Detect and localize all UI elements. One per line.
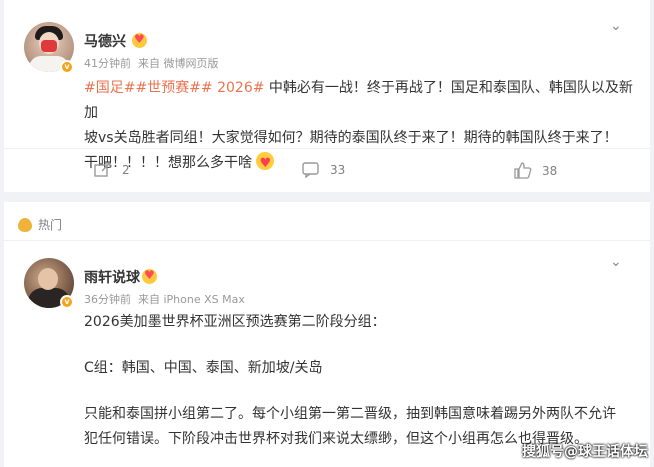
like-button[interactable]: 38: [514, 162, 557, 179]
comment-icon: [302, 162, 319, 178]
post-text-line3: 只能和泰国拼小组第二了。每个小组第一第二晋级，抽到韩国意味着踢另外两队不允许: [84, 406, 616, 422]
author-name[interactable]: 雨轩说球: [84, 267, 140, 287]
verified-badge-icon: v: [60, 295, 74, 309]
post-meta: 36分钟前 来自 iPhone XS Max: [84, 291, 245, 307]
post-text: #国足##世预赛## 2026# 中韩必有一战！终于再战了！国足和泰国队、韩国队…: [84, 76, 644, 176]
hot-section-header: 热门: [18, 216, 62, 233]
repost-button[interactable]: 2: [94, 162, 130, 178]
post-text-line2: C组：韩国、中国、泰国、新加坡/关岛: [84, 360, 323, 376]
hot-label: 热门: [38, 218, 63, 232]
hot-flame-icon: [18, 217, 32, 232]
post-card-1: v 马德兴 41分钟前 来自 微博网页版 ⌄ #国足##世预赛## 2026# …: [4, 0, 650, 192]
comment-count: 33: [330, 163, 346, 177]
post-text: 2026美加墨世界杯亚洲区预选赛第二阶段分组： C组：韩国、中国、泰国、新加坡/…: [84, 310, 644, 452]
chevron-down-icon[interactable]: ⌄: [610, 254, 622, 270]
thumbs-up-icon: [514, 162, 532, 179]
author-name[interactable]: 马德兴: [84, 31, 126, 51]
post-source: 来自 iPhone XS Max: [138, 293, 245, 306]
heart-emoji-icon: [256, 151, 275, 176]
verified-badge-icon: v: [60, 60, 74, 74]
post-source: 来自 微博网页版: [138, 57, 219, 70]
comment-button[interactable]: 33: [302, 162, 345, 178]
repost-count: 2: [122, 163, 130, 177]
chevron-down-icon[interactable]: ⌄: [610, 18, 622, 34]
post-meta: 41分钟前 来自 微博网页版: [84, 55, 219, 71]
member-heart-icon: [132, 32, 147, 48]
divider: [4, 148, 650, 149]
member-heart-icon: [142, 268, 157, 284]
post-text-line1: 2026美加墨世界杯亚洲区预选赛第二阶段分组：: [84, 314, 386, 330]
post-time[interactable]: 41分钟前: [84, 57, 131, 70]
repost-icon: [94, 162, 111, 177]
post-time[interactable]: 36分钟前: [84, 293, 131, 306]
watermark: 搜狐号@球王话体坛: [522, 444, 648, 460]
like-count: 38: [542, 163, 558, 178]
divider: [4, 240, 650, 241]
post-card-2: 热门 v 雨轩说球 36分钟前 来自 iPhone XS Max ⌄ 2026美…: [4, 202, 650, 467]
topic-tags[interactable]: #国足##世预赛## 2026#: [84, 80, 264, 96]
